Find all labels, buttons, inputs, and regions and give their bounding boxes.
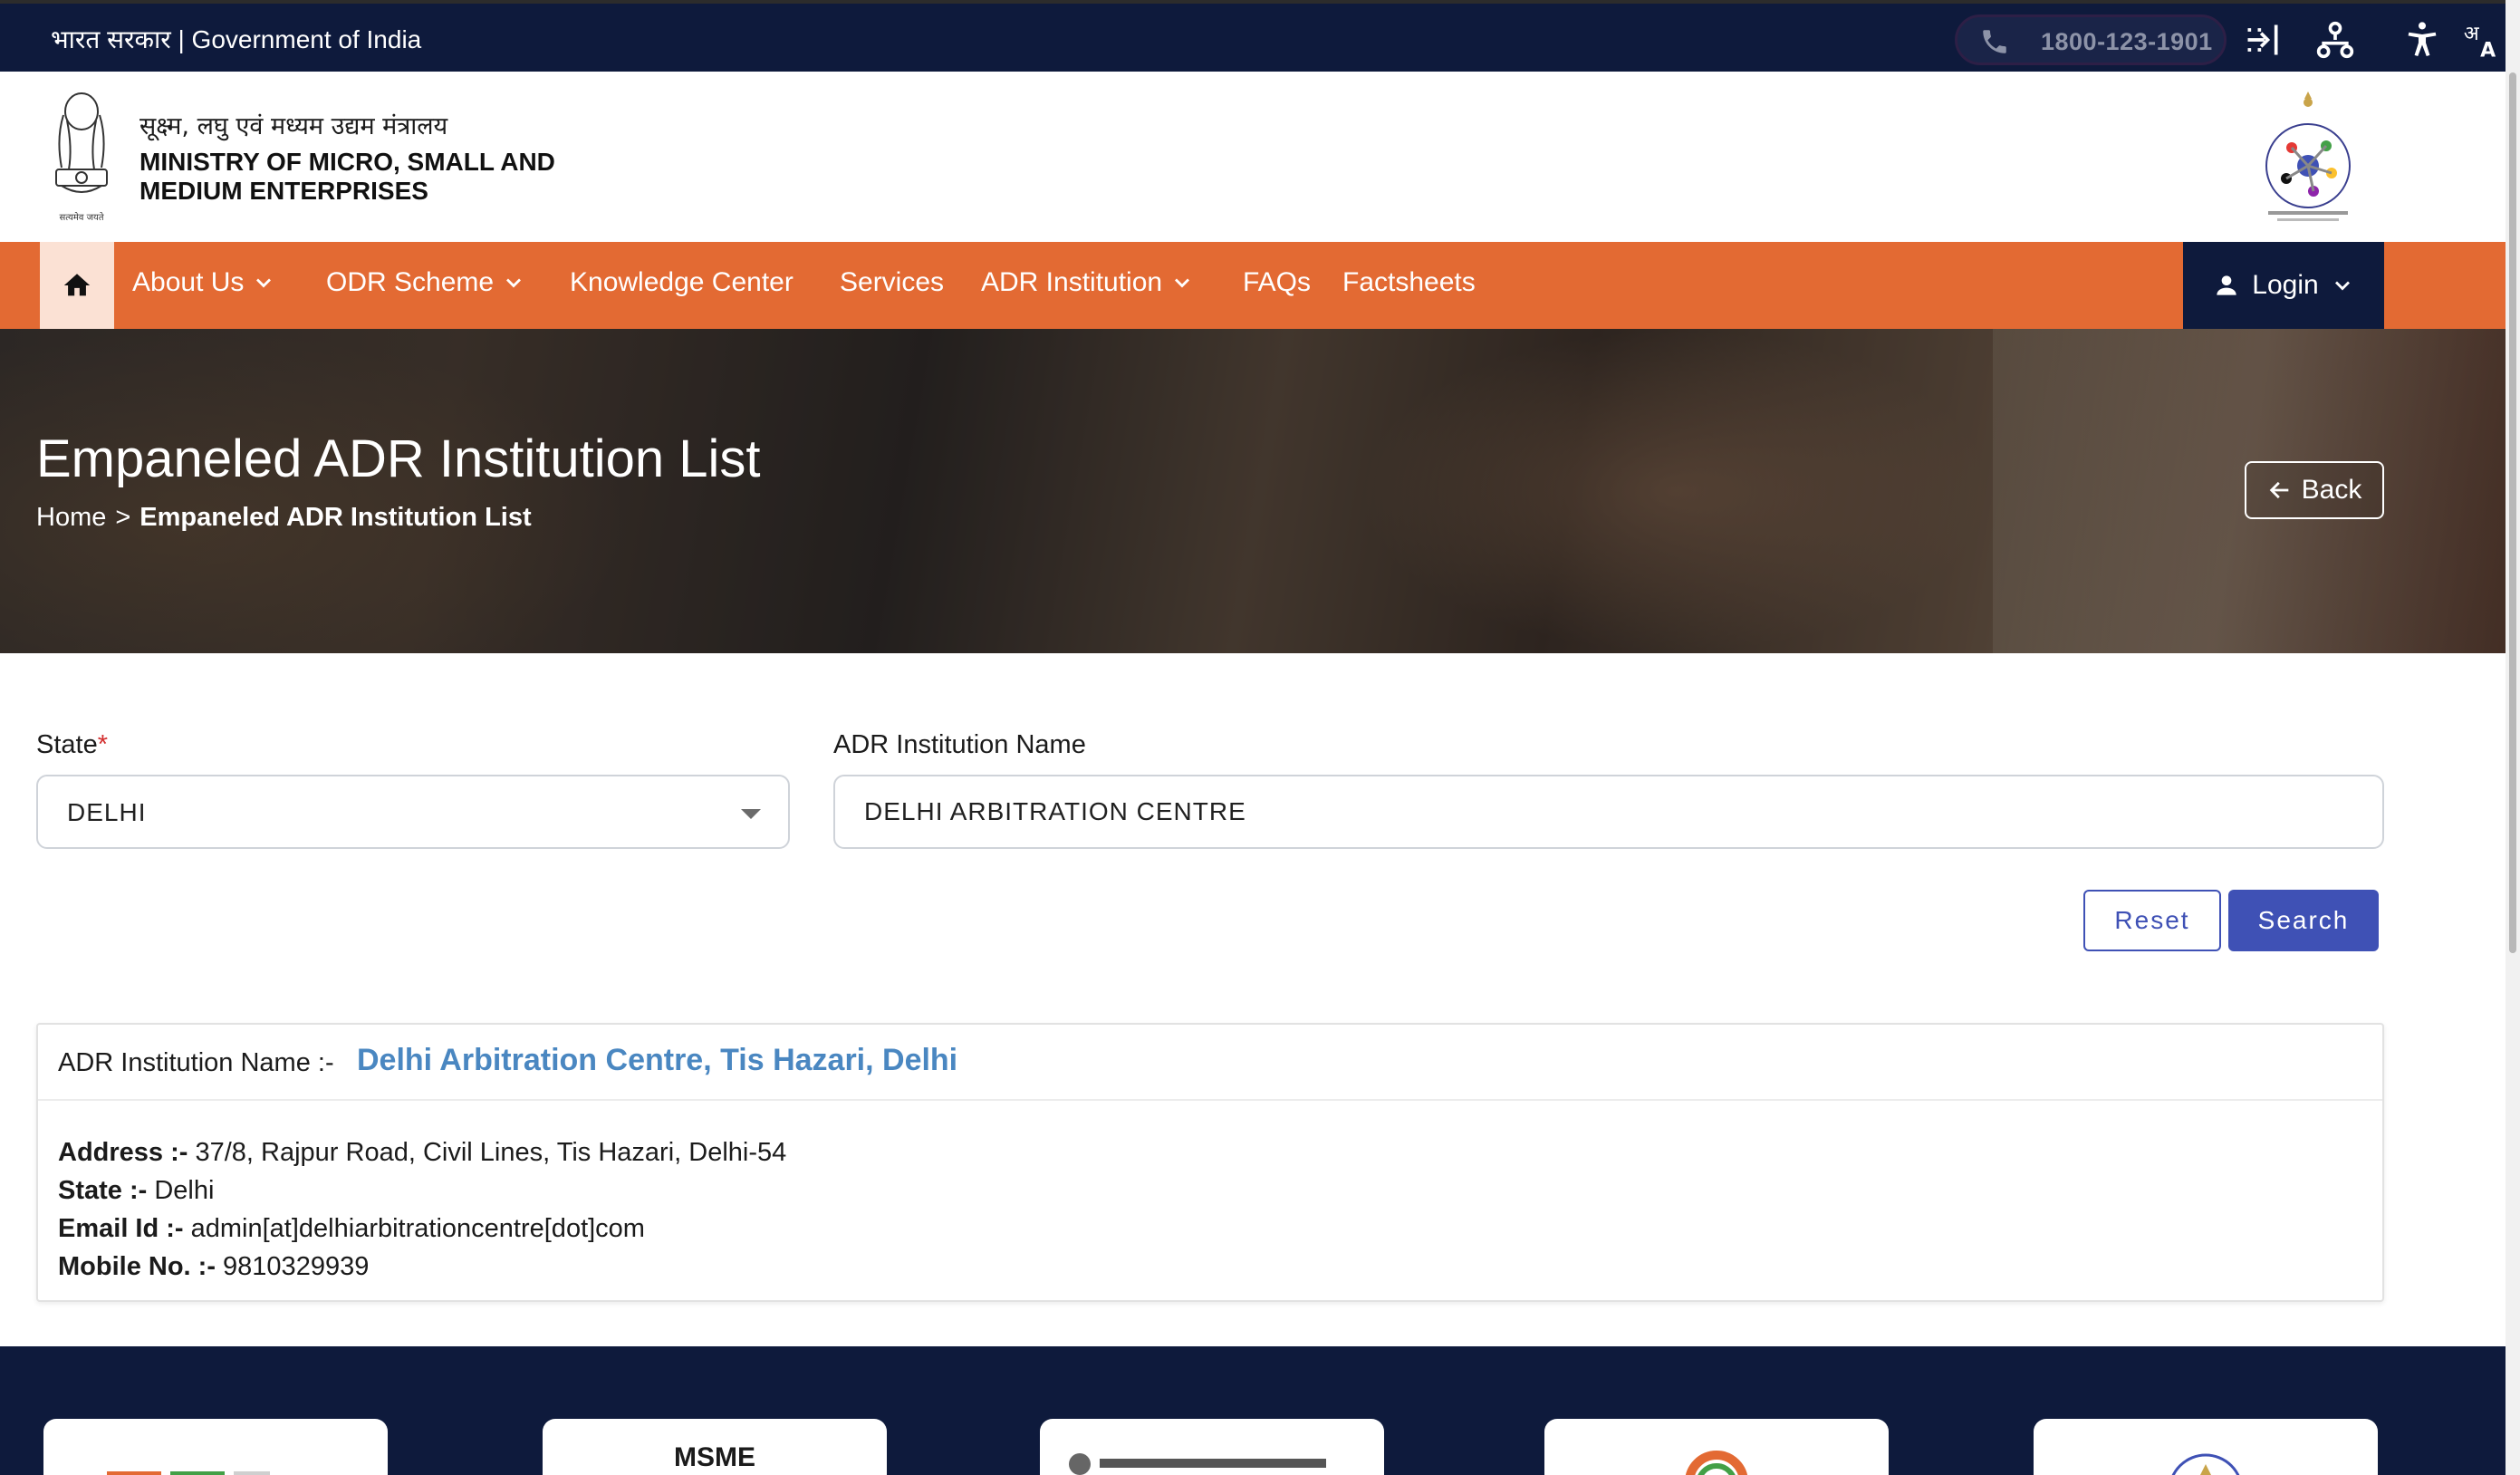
- login-button[interactable]: Login: [2183, 242, 2384, 329]
- user-icon: [2217, 275, 2236, 295]
- government-bar: भारत सरकार | Government of India 1800-12…: [0, 0, 2520, 72]
- nav-factsheets-label: Factsheets: [1342, 267, 1476, 297]
- nav-about-us[interactable]: About Us: [132, 267, 276, 298]
- result-card-header: ADR Institution Name :- Delhi Arbitratio…: [38, 1025, 2382, 1101]
- main-navigation: About Us ODR Scheme Knowledge Center Ser…: [0, 242, 2520, 329]
- address-row: Address :- 37/8, Rajpur Road, Civil Line…: [58, 1133, 786, 1171]
- ministry-name-english: MINISTRY OF MICRO, SMALL AND MEDIUM ENTE…: [139, 148, 555, 205]
- partner-logo-graphic: [1686, 1451, 1747, 1475]
- chevron-down-icon: [506, 278, 522, 288]
- hero-banner: Empaneled ADR Institution List Home > Em…: [0, 329, 2520, 653]
- nav-services[interactable]: Services: [840, 267, 944, 298]
- state-field-label: State*: [36, 730, 108, 760]
- state-select[interactable]: DELHI: [36, 775, 790, 849]
- login-label: Login: [2252, 270, 2319, 300]
- nav-knowledge-center-label: Knowledge Center: [570, 267, 794, 297]
- address-value: 37/8, Rajpur Road, Civil Lines, Tis Haza…: [195, 1138, 787, 1167]
- emblem-logo-graphic: [2171, 1453, 2240, 1475]
- institution-name-input[interactable]: [833, 775, 2384, 849]
- institution-field-label: ADR Institution Name: [833, 730, 1086, 759]
- footer-logo-1[interactable]: [43, 1419, 388, 1475]
- hero-overlay: [0, 329, 2520, 653]
- address-label: Address :-: [58, 1138, 188, 1167]
- svg-text:A: A: [2480, 39, 2496, 60]
- nav-adr-institution-label: ADR Institution: [981, 267, 1163, 297]
- nav-faqs[interactable]: FAQs: [1243, 267, 1311, 298]
- government-of-india-text: भारत सरकार | Government of India: [51, 25, 422, 53]
- reset-button[interactable]: Reset: [2083, 890, 2221, 951]
- mobile-row: Mobile No. :- 9810329939: [58, 1248, 786, 1286]
- email-value: admin[at]delhiarbitrationcentre[dot]com: [190, 1214, 645, 1243]
- nav-factsheets[interactable]: Factsheets: [1342, 267, 1476, 298]
- dropdown-caret-icon: [741, 809, 761, 819]
- breadcrumb-current: Empaneled ADR Institution List: [139, 503, 532, 532]
- back-button[interactable]: Back: [2245, 461, 2384, 519]
- chevron-down-icon: [256, 278, 272, 288]
- mobile-value: 9810329939: [223, 1252, 370, 1281]
- footer: MSME: [0, 1346, 2520, 1475]
- required-asterisk: *: [97, 730, 109, 759]
- home-icon: [63, 274, 91, 296]
- institution-name-link[interactable]: Delhi Arbitration Centre, Tis Hazari, De…: [357, 1043, 957, 1078]
- svg-text:सत्यमेव जयते: सत्यमेव जयते: [59, 212, 103, 223]
- ministry-logo-graphic: [1069, 1453, 1326, 1475]
- svg-text:अ: अ: [2464, 23, 2480, 45]
- nav-odr-scheme[interactable]: ODR Scheme: [326, 267, 526, 298]
- phone-icon: [1983, 30, 2006, 53]
- chevron-down-icon: [2334, 281, 2350, 291]
- national-emblem-logo[interactable]: सत्यमेव जयते: [36, 84, 127, 226]
- language-icon[interactable]: अA: [2462, 20, 2502, 60]
- nav-faqs-label: FAQs: [1243, 267, 1312, 297]
- nav-services-label: Services: [840, 267, 945, 297]
- partner-logo-graphic: [107, 1471, 270, 1475]
- ministry-name-hindi: सूक्ष्म, लघु एवं मध्यम उद्यम मंत्रालय: [139, 112, 448, 140]
- search-button[interactable]: Search: [2228, 890, 2379, 951]
- nav-odr-scheme-label: ODR Scheme: [326, 267, 495, 297]
- footer-logo-5[interactable]: [2034, 1419, 2378, 1475]
- result-card: ADR Institution Name :- Delhi Arbitratio…: [36, 1023, 2384, 1302]
- mobile-label: Mobile No. :-: [58, 1252, 216, 1281]
- breadcrumb: Home > Empaneled ADR Institution List: [36, 503, 532, 533]
- state-row: State :- Delhi: [58, 1171, 786, 1210]
- email-label: Email Id :-: [58, 1214, 184, 1243]
- nav-adr-institution[interactable]: ADR Institution: [981, 267, 1195, 298]
- state-row-label: State :-: [58, 1176, 148, 1205]
- page-scrollbar-thumb[interactable]: [2509, 72, 2516, 953]
- helpline-number: 1800-123-1901: [2041, 28, 2213, 55]
- sitemap-icon[interactable]: [2315, 20, 2355, 60]
- state-row-value: Delhi: [154, 1176, 215, 1205]
- nav-about-us-label: About Us: [132, 267, 245, 297]
- home-button[interactable]: [40, 242, 114, 329]
- ramp-logo[interactable]: [2255, 84, 2361, 226]
- nav-knowledge-center[interactable]: Knowledge Center: [570, 267, 794, 298]
- state-label-text: State: [36, 730, 98, 759]
- page-title: Empaneled ADR Institution List: [36, 429, 761, 488]
- helpline-pill[interactable]: 1800-123-1901: [1955, 14, 2227, 65]
- back-label: Back: [2301, 475, 2362, 505]
- msme-logo-text: MSME: [674, 1442, 755, 1472]
- breadcrumb-home[interactable]: Home: [36, 503, 106, 533]
- site-header: सत्यमेव जयते सूक्ष्म, लघु एवं मध्यम उद्य…: [0, 72, 2520, 242]
- result-card-body: Address :- 37/8, Rajpur Road, Civil Line…: [58, 1133, 786, 1286]
- arrow-left-icon: [2269, 481, 2288, 499]
- footer-logo-msme[interactable]: MSME: [543, 1419, 887, 1475]
- accessibility-icon[interactable]: [2402, 20, 2442, 60]
- footer-logo-4[interactable]: [1544, 1419, 1889, 1475]
- footer-logo-ministry[interactable]: [1040, 1419, 1384, 1475]
- skip-to-content-icon[interactable]: [2243, 20, 2283, 60]
- breadcrumb-separator: >: [115, 503, 131, 532]
- chevron-down-icon: [1175, 278, 1190, 288]
- email-row: Email Id :- admin[at]delhiarbitrationcen…: [58, 1210, 786, 1248]
- institution-name-label: ADR Institution Name :-: [58, 1048, 334, 1077]
- state-select-value: DELHI: [67, 798, 147, 826]
